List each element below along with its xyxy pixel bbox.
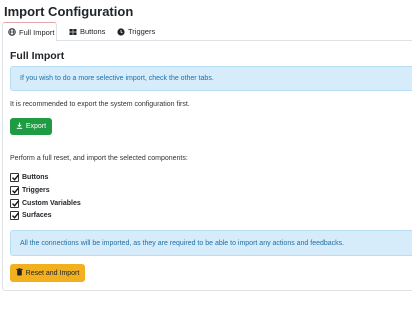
connections-info: All the connections will be imported, as… [10, 230, 412, 256]
selective-import-info-text: If you wish to do a more selective impor… [20, 75, 214, 82]
grid-icon [69, 28, 77, 36]
clock-icon [117, 27, 125, 36]
download-icon [16, 122, 23, 131]
globe-icon [8, 28, 16, 36]
tab-full-import-label: Full Import [19, 27, 55, 37]
reset-and-import-label: Reset and Import [25, 269, 80, 277]
checkbox-buttons[interactable] [10, 173, 20, 182]
tab-full-import[interactable]: Full Import [2, 22, 57, 42]
reset-instructions-text: Perform a full reset, and import the sel… [10, 155, 188, 162]
component-checkbox-triggers[interactable]: Triggers [10, 186, 50, 195]
component-checkbox-custom-variables[interactable]: Custom Variables [10, 199, 81, 208]
checkbox-surfaces[interactable] [10, 211, 20, 220]
selective-import-info: If you wish to do a more selective impor… [10, 66, 412, 91]
checkbox-buttons-label: Buttons [22, 174, 49, 181]
trash-icon [15, 268, 23, 278]
checkbox-custom-variables[interactable] [10, 199, 20, 208]
checkbox-triggers[interactable] [10, 186, 20, 195]
section-title: Full Import [10, 50, 65, 62]
tab-buttons-label: Buttons [80, 27, 106, 36]
connections-info-text: All the connections will be imported, as… [20, 239, 345, 247]
tab-buttons[interactable]: Buttons [64, 22, 110, 41]
page-title: Import Configuration [4, 4, 134, 19]
checkbox-surfaces-label: Surfaces [22, 212, 52, 219]
export-recommendation-text: It is recommended to export the system c… [10, 101, 190, 108]
component-checkbox-buttons[interactable]: Buttons [10, 173, 48, 182]
export-button[interactable]: Export [10, 118, 52, 135]
import-tabs: Full Import Buttons Triggers [2, 22, 412, 42]
tab-triggers[interactable]: Triggers [112, 22, 162, 41]
reset-and-import-button[interactable]: Reset and Import [10, 264, 85, 282]
tab-triggers-label: Triggers [128, 27, 156, 36]
export-button-label: Export [25, 123, 47, 130]
checkbox-triggers-label: Triggers [22, 187, 50, 194]
component-checkbox-surfaces[interactable]: Surfaces [10, 211, 52, 220]
checkbox-custom-variables-label: Custom Variables [22, 200, 81, 207]
